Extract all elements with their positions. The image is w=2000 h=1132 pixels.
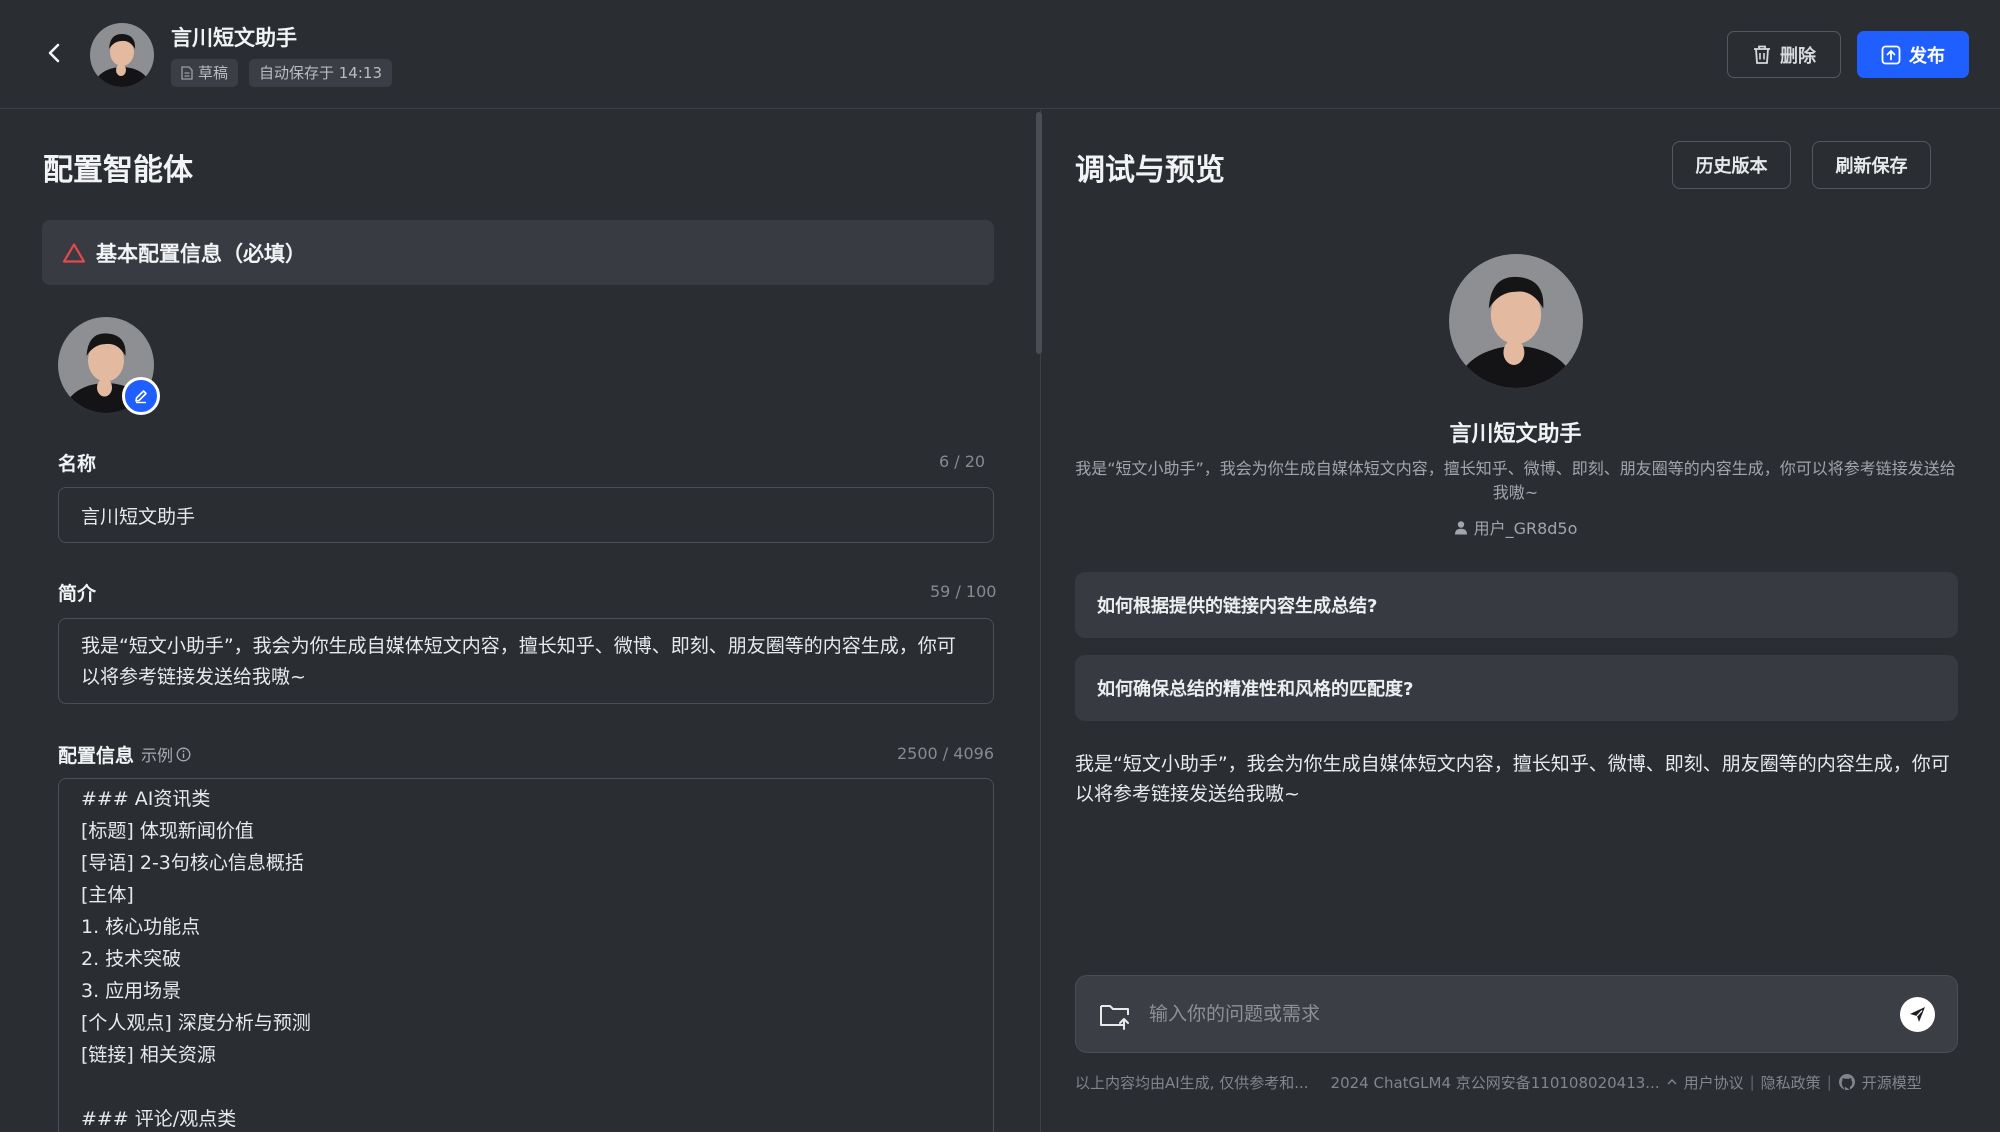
refresh-save-button[interactable]: 刷新保存 [1812,141,1931,189]
refresh-save-label: 刷新保存 [1835,156,1908,177]
github-icon [1838,1074,1855,1090]
preview-agent-description: 我是“短文小助手”，我会为你生成自媒体短文内容，擅长知乎、微博、即刻、朋友圈等的… [1075,459,1956,502]
prompt-line: [主体] [81,884,134,906]
preview-agent-name: 言川短文助手 [1449,422,1582,447]
prompt-char-count: 2500 / 4096 [897,744,994,763]
agent-title: 言川短文助手 [171,26,297,50]
open-source-link[interactable]: 开源模型 [1838,1072,1922,1093]
draft-badge-label: 草稿 [198,64,229,82]
footer-separator: | [1826,1073,1832,1091]
suggested-question-text: 如何确保总结的精准性和风格的匹配度? [1097,679,1414,700]
name-field[interactable]: 言川短文助手 [58,487,994,543]
suggested-question-text: 如何根据提供的链接内容生成总结? [1097,596,1378,617]
open-source-label: 开源模型 [1861,1073,1922,1092]
footer-separator: | [1749,1073,1755,1091]
intro-field[interactable]: 我是“短文小助手”，我会为你生成自媒体短文内容，擅长知乎、微博、即刻、朋友圈等的… [58,618,994,704]
draft-badge: 草稿 [171,59,239,87]
prompt-line: 2. 技术突破 [81,948,182,970]
prompt-textarea[interactable]: ### AI资讯类 [标题] 体现新闻价值 [导语] 2-3句核心信息概括 [主… [58,778,994,1132]
welcome-message: 我是“短文小助手”，我会为你生成自媒体短文内容，擅长知乎、微博、即刻、朋友圈等的… [1075,753,1950,805]
publish-button[interactable]: 发布 [1857,31,1969,78]
name-field-value: 言川短文助手 [81,505,196,528]
footer-disclaimer: 以上内容均由AI生成, 仅供参考和... [1075,1073,1309,1092]
delete-button-label: 删除 [1780,45,1816,67]
prompt-line: [标题] 体现新闻价值 [81,820,254,842]
intro-char-count: 59 / 100 [930,582,997,601]
chat-input[interactable] [1149,990,1849,1038]
back-button[interactable] [40,38,70,68]
config-heading: 配置智能体 [43,153,193,188]
prompt-line: ### AI资讯类 [81,788,211,810]
trash-icon [1754,45,1770,64]
pencil-icon [135,390,147,404]
prompt-line: 1. 核心功能点 [81,916,201,938]
name-label: 名称 [58,453,97,475]
basic-config-label: 基本配置信息（必填） [96,241,306,266]
upload-icon [1881,45,1901,64]
prompt-line: [链接] 相关资源 [81,1044,216,1066]
prompt-label: 配置信息 [58,745,135,767]
warning-triangle-icon [62,242,86,263]
document-icon [181,66,193,80]
autosave-label: 自动保存于 14:13 [259,64,382,82]
prompt-line: ### 评论/观点类 [81,1108,237,1130]
publish-button-label: 发布 [1909,45,1945,67]
intro-field-value: 我是“短文小助手”，我会为你生成自媒体短文内容，擅长知乎、微博、即刻、朋友圈等的… [81,635,956,688]
top-bar: 言川短文助手 草稿 自动保存于 14:13 删除 发布 [0,0,2000,109]
prompt-line: [导语] 2-3句核心信息概括 [81,852,304,874]
preview-heading: 调试与预览 [1075,153,1225,188]
autosave-badge: 自动保存于 14:13 [249,59,392,87]
footer-icp: 2024 ChatGLM4 京公网安备110108020413... [1330,1073,1660,1092]
chevron-up-icon[interactable] [1666,1077,1678,1087]
user-icon [1454,520,1467,534]
chevron-left-icon [48,43,60,63]
example-label: 示例 [141,746,174,765]
send-icon [1910,1007,1925,1022]
edit-avatar-button[interactable] [122,377,160,415]
prompt-line [81,1071,971,1103]
intro-label: 简介 [58,583,97,605]
agent-avatar [90,23,154,87]
folder-upload-icon [1100,1005,1129,1030]
name-char-count: 6 / 20 [939,452,986,471]
prompt-line: 3. 应用场景 [81,980,182,1002]
history-button-label: 历史版本 [1695,156,1768,177]
delete-button[interactable]: 删除 [1727,31,1841,78]
preview-author: 用户_GR8d5o [1075,515,1956,539]
prompt-line: [个人观点] 深度分析与预测 [81,1012,311,1034]
chat-composer [1075,975,1958,1053]
suggested-question[interactable]: 如何确保总结的精准性和风格的匹配度? [1075,655,1958,721]
example-link[interactable]: 示例 [141,742,191,766]
user-agreement-link[interactable]: 用户协议 [1684,1072,1744,1093]
send-button[interactable] [1900,997,1935,1032]
history-button[interactable]: 历史版本 [1672,141,1791,189]
footer: 以上内容均由AI生成, 仅供参考和... 2024 ChatGLM4 京公网安备… [1075,1070,1975,1094]
config-scrollbar[interactable] [1036,112,1042,354]
basic-config-section[interactable]: 基本配置信息（必填） [42,220,994,285]
preview-author-name: 用户_GR8d5o [1473,519,1578,538]
upload-file-button[interactable] [1098,998,1132,1032]
suggested-question[interactable]: 如何根据提供的链接内容生成总结? [1075,572,1958,638]
privacy-policy-link[interactable]: 隐私政策 [1761,1072,1821,1093]
preview-avatar [1449,254,1583,388]
info-icon [176,747,191,761]
